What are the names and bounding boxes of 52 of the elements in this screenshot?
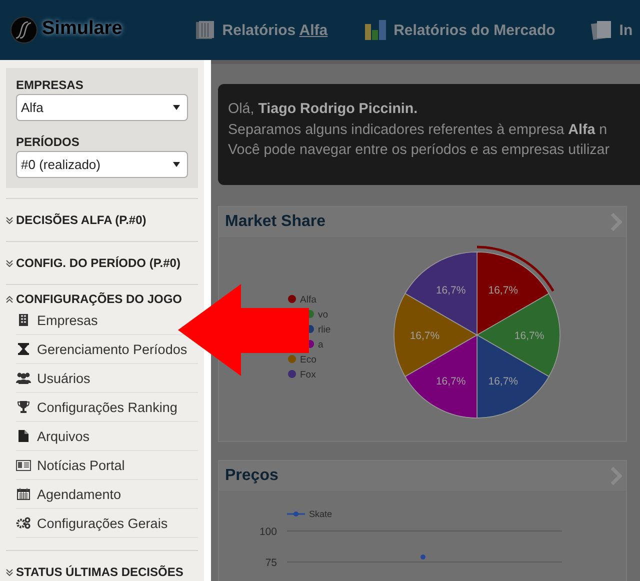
chevron-up-icon [6, 296, 13, 302]
pie-slice[interactable] [394, 293, 478, 377]
card-title: Preços [225, 467, 278, 485]
dropdown-caret-icon [173, 105, 180, 110]
data-label: 16,7% [436, 284, 466, 297]
menu-item[interactable]: Notícias Portal [16, 458, 125, 472]
nav-link[interactable]: Relatórios Alfa [194, 19, 328, 41]
menu-item[interactable]: Agendamento [16, 486, 122, 502]
section-header[interactable]: CONFIG. DO PERÍODO (P.#0) [6, 242, 198, 284]
axis-tick-label: 100 [259, 526, 277, 538]
dropdown-field[interactable]: Alfa [16, 94, 188, 121]
logo-text: Simulare [42, 18, 122, 40]
data-label: 16,7% [514, 330, 544, 342]
hourglass-icon [16, 343, 31, 355]
card-title: Market Share [225, 213, 326, 231]
building-icon [16, 314, 31, 326]
dropdown-field[interactable]: #0 (realizado) [16, 151, 188, 178]
section-header[interactable]: DECISÕES ALFA (P.#0) [6, 199, 198, 241]
menu-item[interactable]: Empresas [16, 312, 98, 328]
welcome-message: Olá, Tiago Rodrigo Piccinin. Separamos alguns indicadores referentes à empresa Alfa n Você pode navegar entre os períodos e as empresas utilizar [218, 84, 640, 185]
section-header[interactable]: STATUS ÚLTIMAS DECISÕES [6, 551, 198, 581]
menu-item[interactable]: Usuários [16, 370, 90, 386]
data-label: 16,7% [436, 375, 466, 388]
menu-item[interactable]: Arquivos [16, 428, 90, 444]
menu-item[interactable]: Gerenciamento Períodos [16, 342, 188, 356]
axis-tick-label: 75 [265, 557, 277, 569]
bar-chart-icon [364, 19, 388, 41]
newspaper-icon [16, 460, 31, 470]
gears-icon [16, 517, 31, 529]
documents-icon [591, 19, 614, 41]
pie-slice[interactable] [476, 293, 560, 377]
data-label: 16,7% [488, 284, 518, 297]
nav-link[interactable]: Relatórios do Mercado [364, 19, 556, 41]
menu-item[interactable]: Configurações Gerais [16, 516, 168, 530]
data-label: 16,7% [488, 375, 518, 388]
chevron-down-icon [6, 568, 13, 576]
file-icon [16, 430, 31, 442]
filter-label: PERÍODOS [16, 135, 80, 149]
section-header[interactable]: CONFIGURAÇÕES DO JOGO [6, 285, 198, 306]
data-label: 16,7% [410, 330, 440, 342]
chevron-down-icon [6, 216, 13, 224]
menu-item[interactable]: Configurações Ranking [16, 400, 178, 414]
binder-icon [194, 19, 216, 41]
nav-link[interactable]: In [591, 19, 633, 41]
filter-label: EMPRESAS [16, 78, 84, 92]
chevron-down-icon [6, 260, 13, 266]
users-icon [16, 372, 31, 384]
calendar-icon [16, 488, 31, 500]
trophy-icon [16, 401, 31, 413]
dropdown-caret-icon [173, 162, 180, 167]
logo-icon [10, 16, 38, 44]
legend-line-icon [287, 512, 305, 516]
